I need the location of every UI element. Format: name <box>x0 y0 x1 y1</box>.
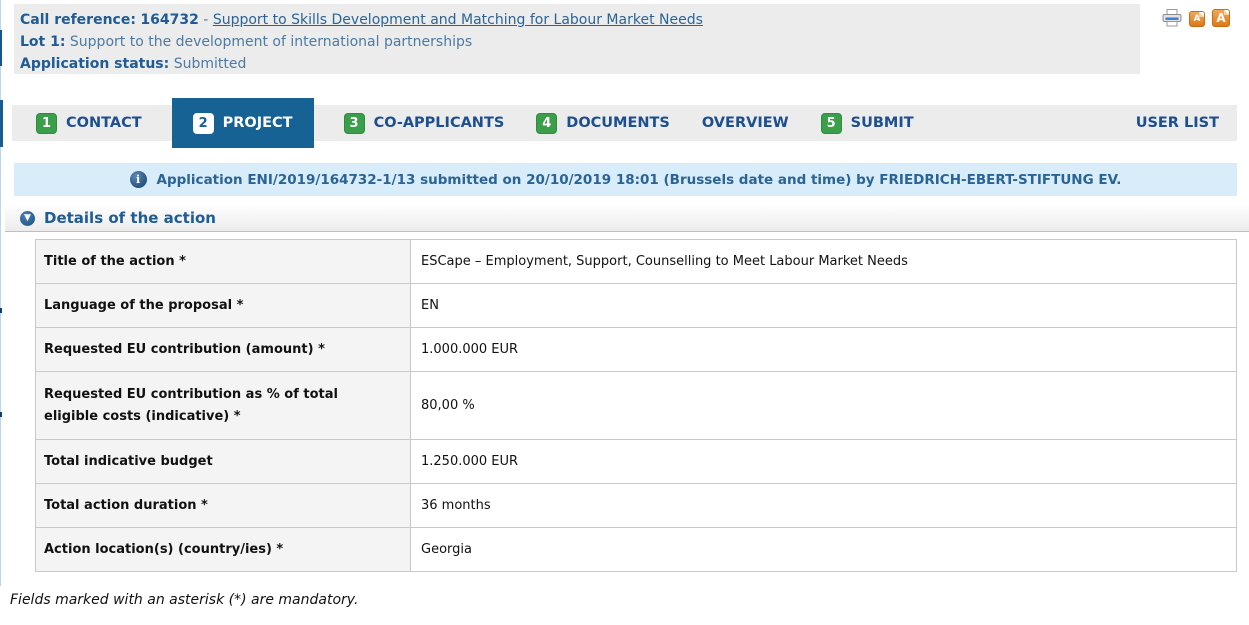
font-increase-letter: A <box>1216 11 1225 25</box>
call-reference-value: 164732 <box>140 12 198 28</box>
table-row: Language of the proposal * EN <box>36 284 1237 328</box>
tab-submit[interactable]: 5 SUBMIT <box>821 113 914 134</box>
left-edge-segment <box>0 100 3 147</box>
lot-line: Lot 1: Support to the development of int… <box>20 31 1140 53</box>
utility-icons: A A <box>1162 9 1230 27</box>
status-line: Application status: Submitted <box>20 53 1140 75</box>
section-header-details-of-the-action[interactable]: ▼ Details of the action <box>5 205 1249 232</box>
tab-contact-label: CONTACT <box>66 115 142 131</box>
row-value: 1.250.000 EUR <box>411 440 1237 484</box>
left-edge-segment <box>0 30 2 66</box>
submission-info-bar: i Application ENI/2019/164732-1/13 submi… <box>14 163 1237 196</box>
tab-submit-label: SUBMIT <box>851 115 914 131</box>
tab-overview-label: OVERVIEW <box>702 115 789 131</box>
lot-value: Support to the development of internatio… <box>70 34 472 50</box>
collapse-chevron-icon: ▼ <box>20 211 35 226</box>
table-row: Total action duration * 36 months <box>36 484 1237 528</box>
lot-label: Lot 1: <box>20 34 65 50</box>
table-row: Total indicative budget 1.250.000 EUR <box>36 440 1237 484</box>
print-icon[interactable] <box>1162 9 1182 27</box>
tab-project-number: 2 <box>193 113 214 134</box>
call-title-link[interactable]: Support to Skills Development and Matchi… <box>213 12 703 28</box>
row-value: ESCape – Employment, Support, Counsellin… <box>411 240 1237 284</box>
mandatory-fields-note: Fields marked with an asterisk (*) are m… <box>10 592 358 608</box>
row-label: Total indicative budget <box>36 440 411 484</box>
row-label: Title of the action * <box>36 240 411 284</box>
call-reference-label: Call reference: <box>20 12 136 28</box>
call-summary-box: Call reference: 164732 - Support to Skil… <box>14 4 1140 74</box>
tab-submit-number: 5 <box>821 113 842 134</box>
row-label: Action location(s) (country/ies) * <box>36 528 411 572</box>
tab-project-label: PROJECT <box>223 115 293 131</box>
row-value: 1.000.000 EUR <box>411 328 1237 372</box>
application-status-value: Submitted <box>174 56 247 72</box>
tab-contact[interactable]: 1 CONTACT <box>36 113 142 134</box>
left-edge-line <box>0 0 1 586</box>
tab-co-applicants-label: CO-APPLICANTS <box>374 115 505 131</box>
separator: - <box>203 12 208 28</box>
row-label: Language of the proposal * <box>36 284 411 328</box>
tab-bar: 1 CONTACT 2 PROJECT 3 CO-APPLICANTS 4 DO… <box>12 105 1237 141</box>
tab-documents-label: DOCUMENTS <box>566 115 670 131</box>
tab-co-applicants-number: 3 <box>344 113 365 134</box>
tab-documents[interactable]: 4 DOCUMENTS <box>536 113 670 134</box>
info-icon: i <box>130 171 147 188</box>
row-value: 80,00 % <box>411 372 1237 440</box>
left-edge-tick <box>0 412 2 417</box>
tab-overview[interactable]: OVERVIEW <box>702 115 789 131</box>
submission-info-text: Application ENI/2019/164732-1/13 submitt… <box>157 172 1122 188</box>
font-increase-icon[interactable]: A <box>1212 9 1230 27</box>
font-decrease-letter: A <box>1194 14 1201 24</box>
tab-co-applicants[interactable]: 3 CO-APPLICANTS <box>344 113 505 134</box>
table-row: Action location(s) (country/ies) * Georg… <box>36 528 1237 572</box>
row-label: Total action duration * <box>36 484 411 528</box>
tab-user-list[interactable]: USER LIST <box>1136 115 1219 131</box>
section-title: Details of the action <box>44 209 216 227</box>
tab-contact-number: 1 <box>36 113 57 134</box>
application-page: Call reference: 164732 - Support to Skil… <box>0 0 1249 625</box>
row-value: EN <box>411 284 1237 328</box>
row-value: Georgia <box>411 528 1237 572</box>
table-row: Requested EU contribution as % of total … <box>36 372 1237 440</box>
font-decrease-icon[interactable]: A <box>1189 11 1205 27</box>
row-label: Requested EU contribution (amount) * <box>36 328 411 372</box>
call-reference-line: Call reference: 164732 - Support to Skil… <box>20 9 1140 31</box>
application-status-label: Application status: <box>20 56 169 72</box>
row-value: 36 months <box>411 484 1237 528</box>
left-edge-tick <box>0 308 2 313</box>
table-row: Title of the action * ESCape – Employmen… <box>36 240 1237 284</box>
tab-user-list-label: USER LIST <box>1136 115 1219 131</box>
tab-project[interactable]: 2 PROJECT <box>172 98 314 148</box>
tab-documents-number: 4 <box>536 113 557 134</box>
row-label: Requested EU contribution as % of total … <box>36 372 411 440</box>
table-row: Requested EU contribution (amount) * 1.0… <box>36 328 1237 372</box>
details-table: Title of the action * ESCape – Employmen… <box>35 239 1237 572</box>
